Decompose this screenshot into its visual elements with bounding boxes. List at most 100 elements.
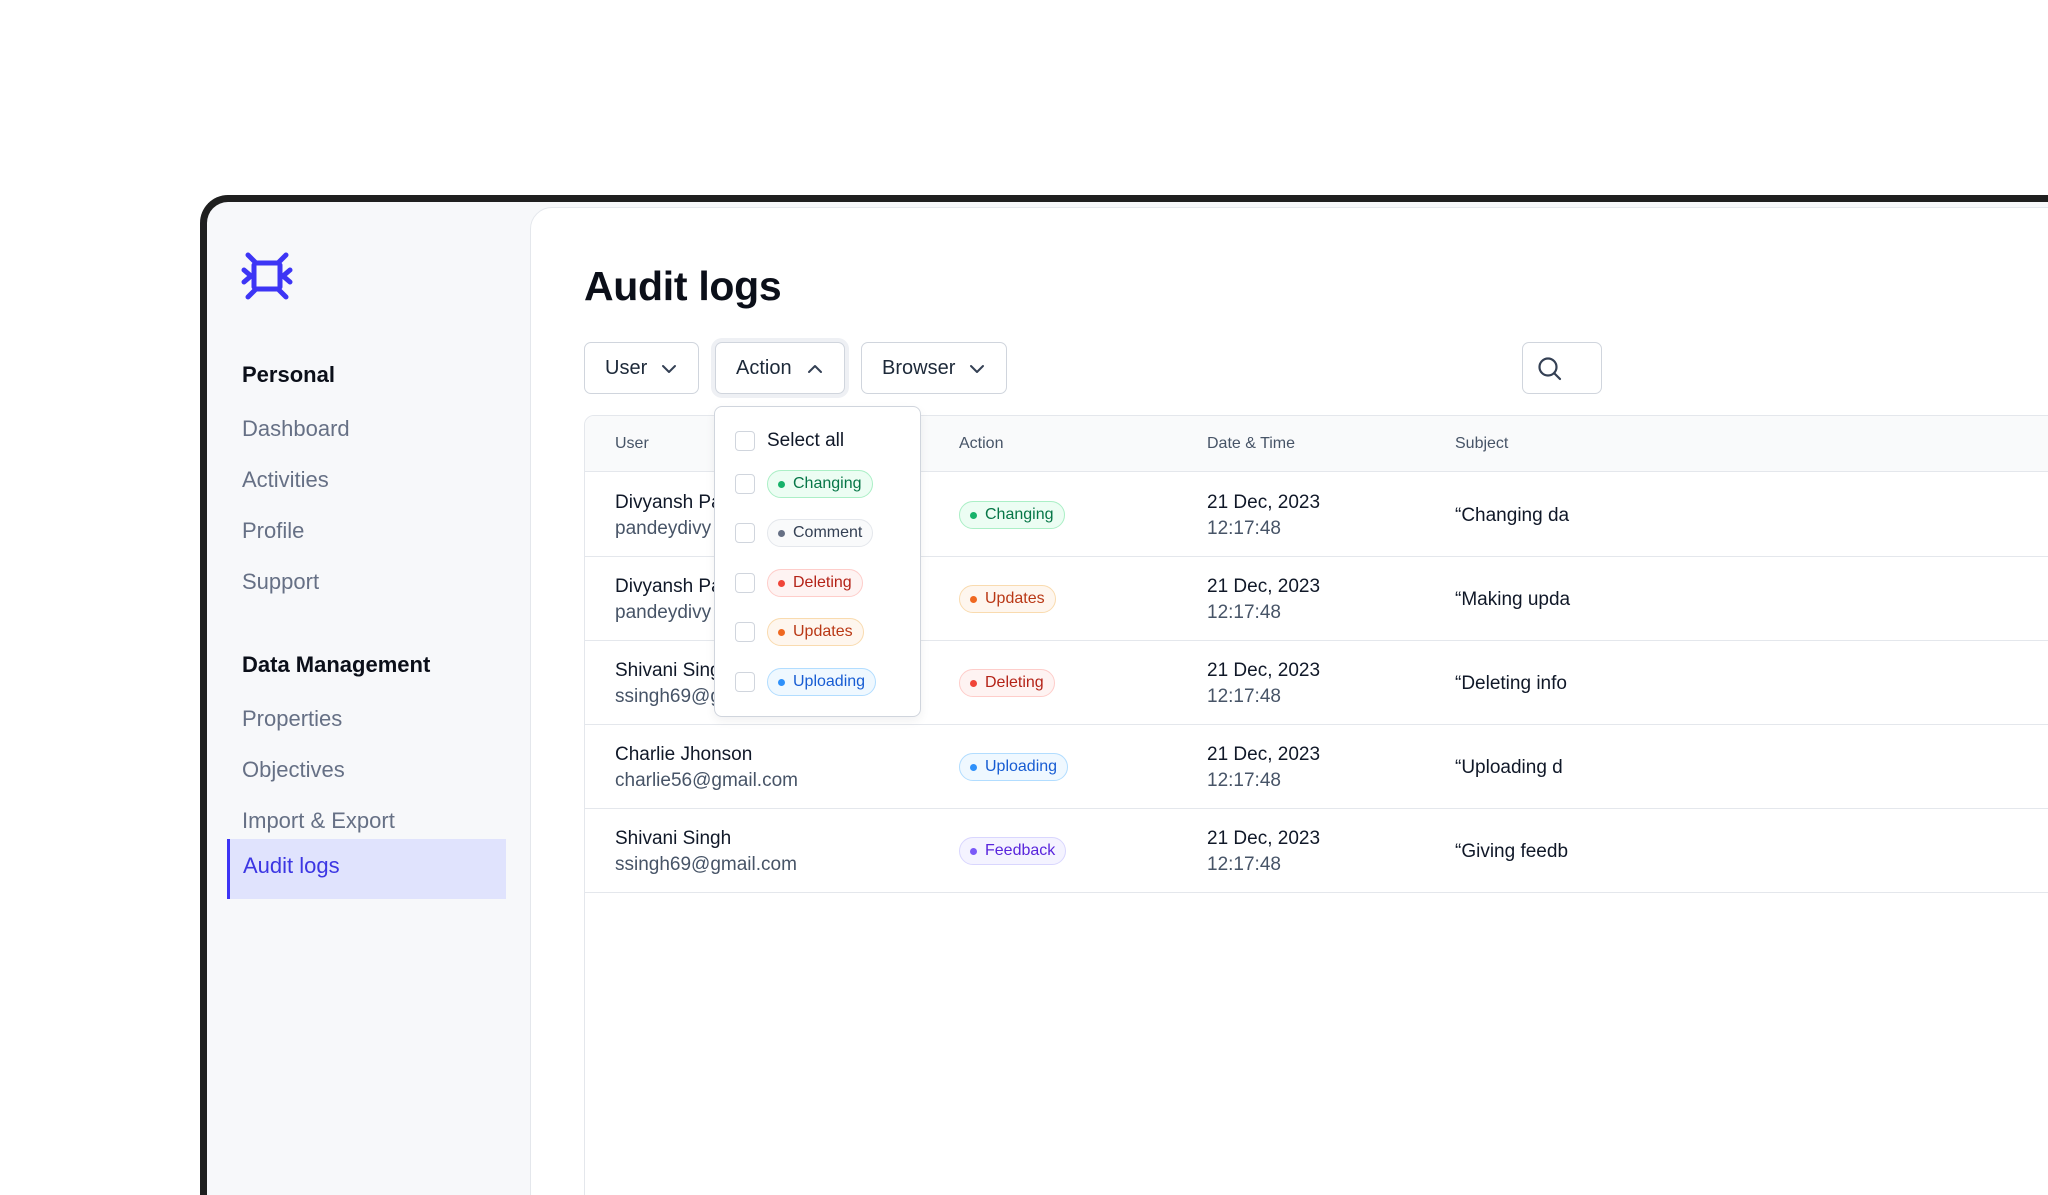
status-dot-icon [970,763,977,771]
action-option-comment[interactable]: Comment [735,519,874,547]
subject: “Giving feedb [1455,841,1569,862]
chevron-up-icon [808,365,822,373]
chevron-down-icon [662,365,676,373]
date: 21 Dec, 2023 [1207,744,1321,765]
status-dot-icon [778,628,785,636]
user-email: ssingh69@g [615,686,721,707]
time: 12:17:48 [1207,770,1281,791]
filter-label: Browser [882,356,956,379]
user-email: pandeydivy [615,602,712,623]
time: 12:17:48 [1207,686,1281,707]
action-badge: Comment [767,519,874,547]
action-option-updates[interactable]: Updates [735,618,864,646]
badge-label: Updates [985,590,1045,607]
badge-label: Feedback [985,842,1056,859]
column-header-date-time[interactable]: Date & Time [1207,435,1295,453]
action-badge: Updates [767,618,864,646]
user-name: Shivani Singh [615,828,732,849]
status-dot-icon [778,529,785,537]
table-row[interactable]: Shivani Singh ssingh69@gmail.com Feedbac… [585,809,2048,893]
table-row[interactable]: Charlie Jhonson charlie56@gmail.com Uplo… [585,725,2048,809]
select-all-label: Select all [767,430,845,451]
time: 12:17:48 [1207,602,1281,623]
search-button[interactable] [1522,342,1602,394]
status-dot-icon [778,480,785,488]
user-name: Divyansh Pa [615,576,722,597]
user-email: ssingh69@gmail.com [615,854,797,875]
date: 21 Dec, 2023 [1207,828,1321,849]
date: 21 Dec, 2023 [1207,660,1321,681]
checkbox[interactable] [735,523,755,543]
badge-label: Updates [793,623,853,640]
badge-label: Comment [793,524,863,541]
user-email: pandeydivy [615,518,712,539]
app-window: Personal Dashboard Activities Profile Su… [200,195,2048,1195]
status-dot-icon [778,579,785,587]
filter-label: Action [736,356,792,379]
user-filter-dropdown[interactable]: User [584,342,699,394]
select-all-option[interactable]: Select all [735,427,844,455]
action-option-deleting[interactable]: Deleting [735,569,863,597]
badge-label: Deleting [793,574,852,591]
user-name: Divyansh Pa [615,492,722,513]
filter-label: User [605,356,648,379]
action-option-uploading[interactable]: Uploading [735,668,877,696]
checkbox[interactable] [735,622,755,642]
sidebar-item-label: Audit logs [243,853,340,878]
user-name: Shivani Sing [615,660,721,681]
action-badge: Changing [959,501,1065,529]
column-header-subject[interactable]: Subject [1455,435,1508,453]
time: 12:17:48 [1207,518,1281,539]
search-icon [1538,357,1562,381]
time: 12:17:48 [1207,854,1281,875]
action-badge: Uploading [959,753,1069,781]
action-badge: Uploading [767,668,877,696]
sidebar-item-audit-logs[interactable]: Audit logs [227,839,506,899]
date: 21 Dec, 2023 [1207,492,1321,513]
badge-label: Changing [985,506,1054,523]
subject: “Making upda [1455,589,1571,610]
badge-label: Uploading [793,673,866,690]
sidebar: Personal Dashboard Activities Profile Su… [207,202,531,1195]
action-badge: Updates [959,585,1056,613]
checkbox[interactable] [735,573,755,593]
browser-filter-dropdown[interactable]: Browser [861,342,1007,394]
status-dot-icon [970,595,977,603]
status-dot-icon [970,511,977,519]
action-badge: Feedback [959,837,1067,865]
logo-icon[interactable] [241,250,293,302]
column-header-user[interactable]: User [615,435,649,453]
action-filter-dropdown[interactable]: Action [715,342,845,394]
date: 21 Dec, 2023 [1207,576,1321,597]
section-title-personal: Personal [242,362,335,387]
status-dot-icon [970,679,977,687]
page-title: Audit logs [584,263,782,309]
checkbox[interactable] [735,431,755,451]
badge-label: Uploading [985,758,1058,775]
status-dot-icon [970,847,977,855]
subject: “Uploading d [1455,757,1563,778]
badge-label: Deleting [985,674,1044,691]
action-badge: Deleting [767,569,863,597]
action-badge: Deleting [959,669,1055,697]
action-option-changing[interactable]: Changing [735,470,873,498]
sidebar-item-support[interactable]: Support [242,569,319,595]
sidebar-item-activities[interactable]: Activities [242,467,329,493]
checkbox[interactable] [735,474,755,494]
sidebar-item-import-export[interactable]: Import & Export [242,808,395,834]
user-email: charlie56@gmail.com [615,770,798,791]
checkbox[interactable] [735,672,755,692]
chevron-down-icon [970,365,984,373]
sidebar-item-dashboard[interactable]: Dashboard [242,416,350,442]
badge-label: Changing [793,475,862,492]
user-name: Charlie Jhonson [615,744,753,765]
subject: “Changing da [1455,505,1570,526]
column-header-action[interactable]: Action [959,435,1003,453]
subject: “Deleting info [1455,673,1567,694]
status-dot-icon [778,678,785,686]
action-filter-menu: Select all Changing Comment Deleting Upd… [714,406,921,717]
sidebar-item-profile[interactable]: Profile [242,518,304,544]
sidebar-item-properties[interactable]: Properties [242,706,342,732]
sidebar-item-objectives[interactable]: Objectives [242,757,345,783]
section-title-data-management: Data Management [242,652,431,677]
